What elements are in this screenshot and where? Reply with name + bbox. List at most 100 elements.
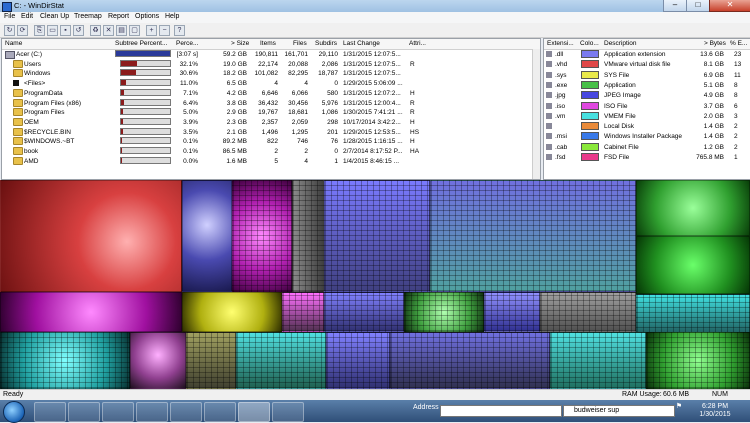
treemap-block[interactable] [430,180,636,292]
treemap-block[interactable] [324,292,404,332]
list-item[interactable]: .iso ISO File 3.7 GB 6 [544,101,750,111]
list-item[interactable]: .sys SYS File 6.9 GB 11 [544,70,750,80]
menu-treemap[interactable]: Treemap [74,13,102,20]
monitor-icon[interactable] [272,402,304,422]
treemap-block[interactable] [0,180,182,292]
treemap-block[interactable] [636,180,750,236]
minimize-button[interactable]: – [663,0,687,12]
table-row[interactable]: Windows 30.6% 18.2 GB 101,082 82,295 18,787 1/… [2,69,540,78]
treemap-block[interactable] [636,294,750,334]
col-bytes[interactable]: > Bytes [704,40,726,47]
treemap-block[interactable] [282,292,324,332]
treemap-block[interactable] [292,180,324,292]
explorer-icon[interactable]: ▭ [47,25,58,36]
treemap-block[interactable] [0,292,182,332]
table-row[interactable]: book 0.1% 86.5 MB 2 2 0 2/7/2014 8:17:52 P... H… [2,147,540,156]
extension-list[interactable]: Extensi... Colo... Description > Bytes %… [543,38,750,180]
list-item[interactable]: .exe Application 5.1 GB 8 [544,80,750,90]
list-item[interactable]: .cab Cabinet File 1.2 GB 2 [544,142,750,152]
menu-edit[interactable]: Edit [21,13,33,20]
col-last-change[interactable]: Last Change [343,40,380,47]
tools-icon[interactable] [102,402,134,422]
cmd-icon[interactable]: ▪ [60,25,71,36]
help-icon[interactable]: ? [174,25,185,36]
table-row[interactable]: <Files> 11.0% 6.5 GB 4 4 0 1/29/2015 5:06:09 .… [2,79,540,88]
treemap-block[interactable] [404,292,484,332]
col-subtree-percent[interactable]: Subtree Percent... [115,40,167,47]
treemap-block[interactable] [326,332,390,389]
col-extension[interactable]: Extensi... [547,40,574,47]
menu-options[interactable]: Options [135,13,159,20]
properties-icon[interactable]: ▤ [116,25,127,36]
list-item[interactable]: .msi Windows Installer Package 1.4 GB 2 [544,132,750,141]
tool-icon[interactable] [204,402,236,422]
treemap-block[interactable] [550,332,646,389]
table-row[interactable]: Acer (C:) [3:07 s] 59.2 GB 190,811 161,701 29… [2,50,540,59]
treemap[interactable] [0,180,750,389]
treemap-block[interactable] [130,332,186,389]
directory-list[interactable]: Name Subtree Percent... Perce... > Size … [1,38,541,180]
directory-scrollbar[interactable] [532,49,540,179]
delete-icon[interactable]: ✕ [103,25,114,36]
list-item[interactable]: .vhd VMware virtual disk file 8.1 GB 13 [544,60,750,69]
delete-recycle-icon[interactable]: ♻ [90,25,101,36]
search-field[interactable]: budweiser sup [563,405,675,417]
clock[interactable]: 6:28 PM 1/30/2015 [690,403,740,419]
maximize-button[interactable]: □ [686,0,710,12]
treemap-block[interactable] [484,292,540,332]
menu-clean-up[interactable]: Clean Up [40,13,69,20]
menu-report[interactable]: Report [108,13,129,20]
refresh-icon[interactable]: ↻ [4,25,15,36]
windirstat-taskbar-icon[interactable] [238,402,270,422]
col-color[interactable]: Colo... [580,40,599,47]
flag-icon[interactable]: ⚑ [672,403,686,411]
select-all-icon[interactable]: ▢ [129,25,140,36]
zoom-in-icon[interactable]: + [146,25,157,36]
col-subdirs[interactable]: Subdirs [315,40,337,47]
list-item[interactable]: Local Disk 1.4 GB 2 [544,122,750,131]
col-percent[interactable]: Perce... [176,40,198,47]
table-row[interactable]: ProgramData 7.1% 4.2 GB 6,646 6,066 580 1/31/2… [2,88,540,98]
copy-path-icon[interactable]: ⎘ [34,25,45,36]
treemap-block[interactable] [324,180,430,292]
list-item[interactable]: .vm VMEM File 2.0 GB 3 [544,111,750,121]
col-attributes[interactable]: Attri... [409,40,426,47]
table-row[interactable]: $RECYCLE.BIN 3.5% 2.1 GB 1,496 1,295 201 1/29/… [2,127,540,137]
ie-icon[interactable] [34,402,66,422]
file-explorer-icon[interactable] [68,402,100,422]
treemap-block[interactable] [540,292,636,332]
address-field[interactable] [440,405,562,417]
start-button[interactable] [3,401,25,423]
treemap-block[interactable] [182,180,232,292]
treemap-block[interactable] [236,332,326,389]
list-item[interactable]: .dll Application extension 13.6 GB 23 [544,50,750,59]
col-percent-ext[interactable]: % E... [730,40,747,47]
treemap-block[interactable] [232,180,292,292]
col-items[interactable]: Items [260,40,276,47]
col-size[interactable]: > Size [231,40,249,47]
treemap-block[interactable] [646,332,750,389]
list-item[interactable]: .jpg JPEG Image 4.9 GB 8 [544,91,750,100]
menu-file[interactable]: File [4,13,15,20]
col-name[interactable]: Name [5,40,22,47]
zoom-out-icon[interactable]: − [159,25,170,36]
close-button[interactable]: ✕ [709,0,750,12]
table-row[interactable]: AMD 0.0% 1.6 MB 5 4 1 1/4/2015 8:46:15 ... [2,156,540,166]
table-row[interactable]: Users 32.1% 19.0 GB 22,174 20,088 2,086 1/31/2… [2,59,540,69]
refresh-all-icon[interactable]: ⟳ [17,25,28,36]
list-item[interactable]: .fsd FSD File 765.8 MB 1 [544,153,750,162]
refresh-selected-icon[interactable]: ↺ [73,25,84,36]
treemap-block[interactable] [0,332,130,389]
menu-help[interactable]: Help [165,13,179,20]
treemap-block[interactable] [390,332,550,389]
chrome-icon[interactable] [170,402,202,422]
col-files[interactable]: Files [293,40,307,47]
table-row[interactable]: $WINDOWS.~BT 0.1% 89.2 MB 822 746 76 1/28/2015… [2,137,540,146]
col-description[interactable]: Description [604,40,637,47]
treemap-block[interactable] [182,292,282,332]
treemap-block[interactable] [186,332,236,389]
table-row[interactable]: Program Files (x86) 6.4% 3.8 GB 36,432 30,45… [2,98,540,108]
treemap-block[interactable] [636,236,750,294]
table-row[interactable]: Program Files 5.0% 2.9 GB 19,767 18,681 1,086… [2,108,540,117]
table-row[interactable]: OEM 3.9% 2.3 GB 2,357 2,059 298 10/17/2014 3:4… [2,117,540,127]
